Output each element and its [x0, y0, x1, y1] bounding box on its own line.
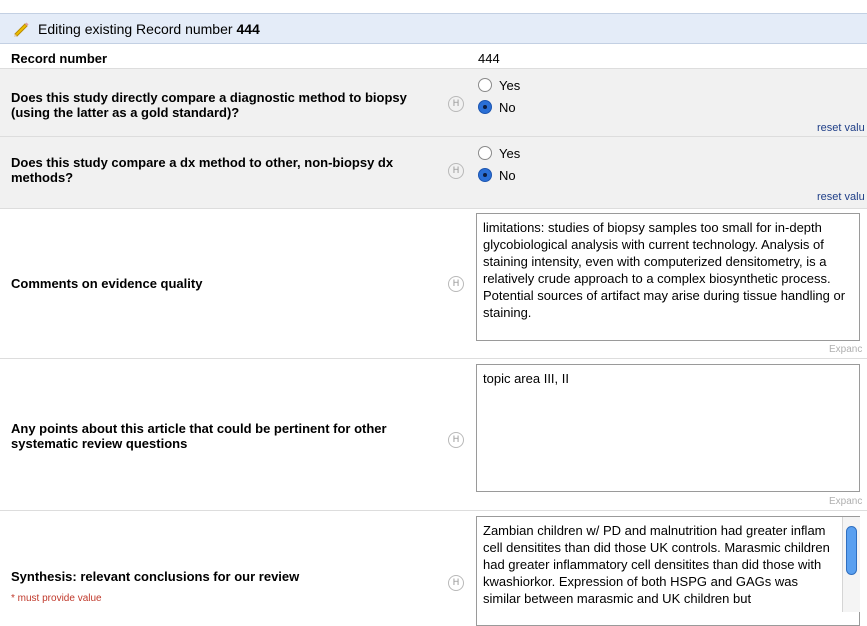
radio-label: Yes	[499, 78, 521, 93]
points-row: Any points about this article that could…	[0, 359, 867, 511]
radio-button-selected[interactable]	[478, 168, 492, 182]
help-icon[interactable]: H	[448, 163, 464, 179]
expand-link[interactable]: Expanc	[829, 496, 862, 507]
synthesis-label: Synthesis: relevant conclusions for our …	[11, 569, 300, 584]
record-number-value: 444	[478, 51, 500, 66]
points-label: Any points about this article that could…	[11, 421, 387, 451]
scrollbar-thumb[interactable]	[846, 526, 857, 575]
radio-button-selected[interactable]	[478, 100, 492, 114]
reset-value-link[interactable]: reset valu	[817, 191, 865, 203]
record-number-row: Record number 444	[0, 47, 867, 69]
radio-button[interactable]	[478, 78, 492, 92]
question-row-biopsy: Does this study directly compare a diagn…	[0, 69, 867, 137]
synthesis-scrollbar[interactable]	[842, 517, 860, 612]
title-prefix: Editing existing Record number	[38, 21, 233, 37]
radio-button[interactable]	[478, 146, 492, 160]
radio-label: No	[499, 168, 516, 183]
comments-textarea[interactable]: limitations: studies of biopsy samples t…	[476, 213, 860, 341]
comments-label: Comments on evidence quality	[11, 276, 203, 291]
radio-label: Yes	[499, 146, 521, 161]
help-icon[interactable]: H	[448, 276, 464, 292]
synthesis-row: Synthesis: relevant conclusions for our …	[0, 511, 867, 626]
synthesis-text: Zambian children w/ PD and malnutrition …	[483, 523, 830, 606]
expand-link[interactable]: Expanc	[829, 344, 862, 355]
help-icon[interactable]: H	[448, 575, 464, 591]
radio-option-no[interactable]: No	[478, 168, 516, 183]
radio-option-yes[interactable]: Yes	[478, 146, 520, 161]
question-label: Does this study compare a dx method to o…	[11, 155, 394, 185]
radio-option-yes[interactable]: Yes	[478, 78, 520, 93]
question-row-dx-methods: Does this study compare a dx method to o…	[0, 137, 867, 209]
reset-value-link[interactable]: reset valu	[817, 122, 865, 134]
comments-row: Comments on evidence quality H limitatio…	[0, 209, 867, 359]
record-header: Editing existing Record number 444	[0, 13, 867, 44]
help-icon[interactable]: H	[448, 432, 464, 448]
page-title: Editing existing Record number 444	[38, 21, 260, 37]
pencil-icon	[14, 22, 29, 37]
points-textarea[interactable]: topic area III, II	[476, 364, 860, 492]
radio-label: No	[499, 100, 516, 115]
required-note: * must provide value	[11, 593, 102, 604]
radio-option-no[interactable]: No	[478, 100, 516, 115]
title-record-number: 444	[236, 21, 260, 37]
synthesis-textarea[interactable]: Zambian children w/ PD and malnutrition …	[476, 516, 860, 626]
question-label: Does this study directly compare a diagn…	[11, 90, 407, 120]
record-number-label: Record number	[11, 51, 108, 66]
help-icon[interactable]: H	[448, 96, 464, 112]
